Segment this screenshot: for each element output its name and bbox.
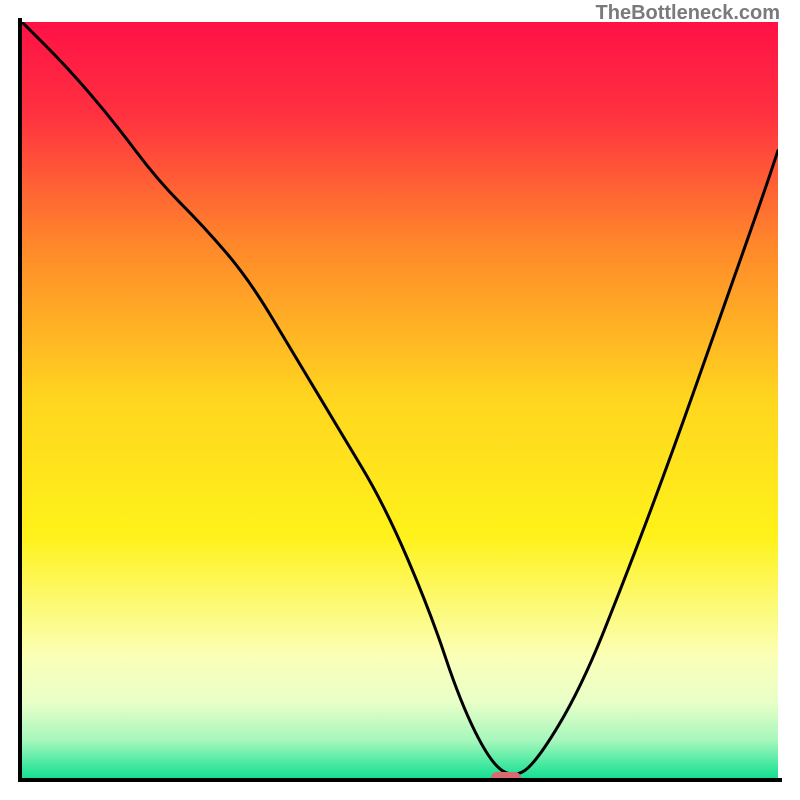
bottleneck-curve: [22, 22, 778, 774]
curve-layer: [22, 22, 778, 778]
plot-area: [22, 22, 778, 778]
x-axis: [18, 778, 782, 782]
bottleneck-chart: TheBottleneck.com: [0, 0, 800, 800]
optimal-marker: [491, 772, 521, 778]
